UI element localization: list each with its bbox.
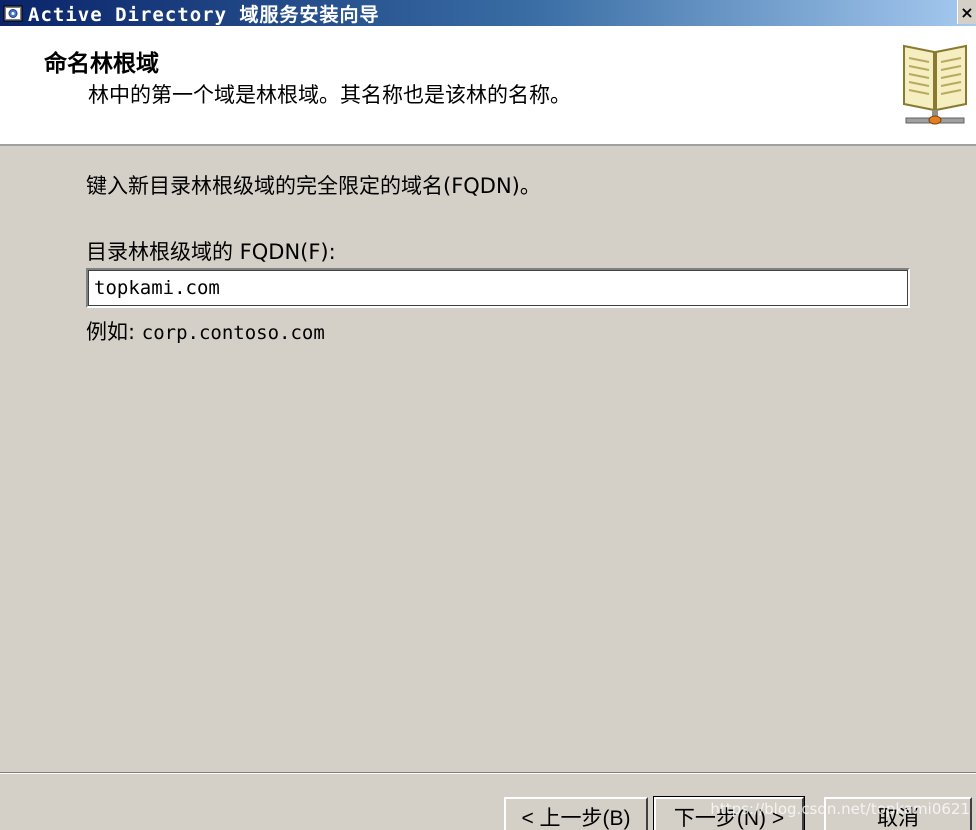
wizard-window: Active Directory 域服务安装向导 × 命名林根域 林中的第一个域… xyxy=(0,0,976,830)
example-value: corp.contoso.com xyxy=(141,322,325,344)
fqdn-label: 目录林根级域的 FQDN(F): xyxy=(86,240,336,264)
app-icon xyxy=(2,2,24,24)
directory-book-icon xyxy=(900,38,970,130)
back-button[interactable]: < 上一步(B) xyxy=(504,797,648,830)
title-bar[interactable]: Active Directory 域服务安装向导 × xyxy=(0,0,976,26)
watermark: https://blog.csdn.net/topkami0621 xyxy=(710,800,970,818)
page-title: 命名林根域 xyxy=(44,51,159,77)
example-text: 例如: corp.contoso.com xyxy=(86,316,325,346)
window-title: Active Directory 域服务安装向导 xyxy=(28,3,380,26)
footer-separator xyxy=(0,772,976,774)
instruction-text: 键入新目录林根级域的完全限定的域名(FQDN)。 xyxy=(86,174,541,198)
page-description: 林中的第一个域是林根域。其名称也是该林的名称。 xyxy=(88,83,571,107)
fqdn-input[interactable] xyxy=(86,268,910,308)
example-prefix: 例如: xyxy=(86,320,136,344)
wizard-header: 命名林根域 林中的第一个域是林根域。其名称也是该林的名称。 xyxy=(0,26,976,146)
close-button[interactable]: × xyxy=(957,0,976,24)
